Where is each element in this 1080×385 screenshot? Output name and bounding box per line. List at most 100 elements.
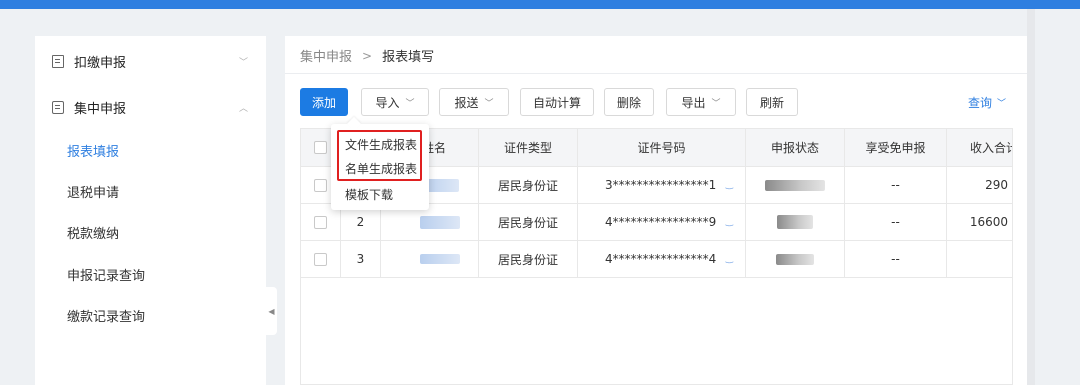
chevron-down-icon: ﹀ — [238, 57, 248, 68]
chevron-up-icon: ︿ — [238, 103, 248, 114]
row-checkbox[interactable] — [314, 252, 327, 266]
row-checkbox[interactable] — [314, 215, 327, 229]
row-status — [746, 241, 845, 277]
select-all-checkbox[interactable] — [314, 141, 327, 154]
row-exempt: -- — [845, 167, 947, 203]
add-button[interactable]: 添加 — [300, 88, 348, 116]
top-accent-bar — [0, 0, 1080, 9]
sidebar-item-payment-records[interactable]: 缴款记录查询 — [35, 298, 266, 332]
sidebar-item-label: 报表填报 — [67, 144, 120, 160]
delete-button-label: 删除 — [616, 95, 641, 110]
header-status-label: 申报状态 — [770, 141, 819, 155]
add-button-label: 添加 — [311, 95, 336, 110]
main-panel: 集中申报 > 报表填写 添加 导入 ﹀ 报送 ﹀ 自动计算 删除 导出 ﹀ 刷新… — [285, 36, 1028, 385]
row-income: 16600 — [947, 204, 1012, 240]
sidebar-group-label: 集中申报 — [74, 101, 127, 117]
row-id-number: 4****************9 ‿ — [578, 204, 746, 240]
send-button[interactable]: 报送 ﹀ — [439, 88, 509, 116]
row-exempt-value: -- — [891, 252, 900, 266]
sidebar-item-refund[interactable]: 退税申请 — [35, 174, 266, 208]
eye-toggle-icon[interactable]: ‿ — [726, 254, 733, 264]
auto-calc-button[interactable]: 自动计算 — [520, 88, 594, 116]
row-income — [947, 241, 1012, 277]
query-toggle[interactable]: 查询 ﹀ — [968, 94, 1006, 111]
row-id-number-value: 4****************4 — [605, 252, 717, 266]
import-button[interactable]: 导入 ﹀ — [361, 88, 429, 116]
row-id-type-value: 居民身份证 — [497, 178, 558, 193]
menu-item-list-generate[interactable]: 名单生成报表 — [345, 160, 417, 177]
table-row[interactable]: 3 居民身份证 4****************4 ‿ -- — [301, 241, 1012, 278]
sidebar-item-label: 退税申请 — [67, 185, 120, 201]
form-icon — [52, 54, 64, 68]
row-exempt: -- — [845, 241, 947, 277]
header-income-label: 收入合计 — [970, 141, 1012, 155]
breadcrumb-parent[interactable]: 集中申报 — [300, 46, 352, 65]
row-id-type: 居民身份证 — [479, 204, 578, 240]
row-id-number: 3****************1 ‿ — [578, 167, 746, 203]
header-income: 收入合计 — [947, 129, 1012, 166]
blurred-name — [419, 254, 460, 264]
blurred-status — [765, 179, 825, 191]
auto-calc-button-label: 自动计算 — [532, 95, 581, 110]
header-status: 申报状态 — [746, 129, 845, 166]
sidebar-item-tax-payment[interactable]: 税款缴纳 — [35, 215, 266, 249]
import-button-label: 导入 — [375, 95, 400, 110]
row-id-type-value: 居民身份证 — [497, 252, 558, 267]
eye-toggle-icon[interactable]: ‿ — [726, 217, 733, 227]
sidebar-item-label: 申报记录查询 — [67, 268, 146, 284]
row-status — [746, 204, 845, 240]
menu-item-label: 文件生成报表 — [345, 138, 418, 152]
chevron-down-icon: ﹀ — [484, 98, 494, 109]
export-button[interactable]: 导出 ﹀ — [666, 88, 736, 116]
row-id-type: 居民身份证 — [479, 167, 578, 203]
row-checkbox-cell — [301, 241, 341, 277]
row-id-number: 4****************4 ‿ — [578, 241, 746, 277]
header-exempt: 享受免申报 — [845, 129, 947, 166]
sidebar: 扣缴申报 ﹀ 集中申报 ︿ 报表填报 退税申请 税款缴纳 申报记录查询 缴款记录… — [35, 36, 266, 385]
sidebar-collapse-handle[interactable]: ◀ — [266, 287, 277, 335]
row-index-value: 2 — [356, 215, 365, 229]
delete-button[interactable]: 删除 — [604, 88, 654, 116]
sidebar-item-label: 税款缴纳 — [67, 226, 120, 242]
chevron-down-icon: ﹀ — [405, 98, 415, 109]
row-id-number-value: 3****************1 — [605, 178, 717, 192]
chevron-down-icon: ﹀ — [711, 98, 721, 109]
row-name — [381, 241, 479, 277]
row-checkbox[interactable] — [314, 178, 327, 192]
refresh-button-label: 刷新 — [759, 95, 784, 110]
breadcrumb: 集中申报 > 报表填写 — [300, 46, 435, 66]
breadcrumb-current: 报表填写 — [382, 50, 435, 65]
header-id-number-label: 证件号码 — [637, 141, 686, 155]
row-income-value: 16600 — [969, 215, 1008, 229]
menu-item-template-download[interactable]: 模板下载 — [345, 186, 393, 203]
row-id-type: 居民身份证 — [479, 241, 578, 277]
sidebar-item-report-fill[interactable]: 报表填报 — [35, 133, 266, 167]
eye-toggle-icon[interactable]: ‿ — [726, 180, 733, 190]
export-button-label: 导出 — [681, 95, 706, 110]
import-dropdown-menu: 文件生成报表 名单生成报表 模板下载 — [331, 124, 429, 210]
sidebar-group-centralized[interactable]: 集中申报 ︿ — [35, 87, 266, 127]
header-exempt-label: 享受免申报 — [865, 141, 926, 155]
header-id-type-label: 证件类型 — [503, 141, 552, 155]
breadcrumb-separator: > — [362, 48, 373, 63]
row-status — [746, 167, 845, 203]
blurred-status — [777, 215, 813, 229]
chevron-down-icon: ﹀ — [996, 99, 1006, 109]
refresh-button[interactable]: 刷新 — [746, 88, 798, 116]
sidebar-group-withholding[interactable]: 扣缴申报 ﹀ — [35, 41, 266, 81]
monitor-form-icon — [52, 100, 64, 114]
header-divider — [285, 73, 1028, 74]
sidebar-group-label: 扣缴申报 — [74, 55, 127, 71]
menu-item-file-generate[interactable]: 文件生成报表 — [345, 136, 417, 153]
row-index: 3 — [341, 241, 381, 277]
send-button-label: 报送 — [454, 95, 479, 110]
sidebar-item-filing-records[interactable]: 申报记录查询 — [35, 257, 266, 291]
page-scrollbar[interactable] — [1027, 9, 1035, 385]
caret-left-icon: ◀ — [268, 306, 275, 316]
blurred-name — [419, 215, 460, 229]
row-exempt: -- — [845, 204, 947, 240]
sidebar-item-label: 缴款记录查询 — [67, 309, 146, 325]
blurred-status — [776, 253, 814, 265]
row-exempt-value: -- — [891, 215, 900, 229]
row-id-type-value: 居民身份证 — [497, 215, 558, 230]
